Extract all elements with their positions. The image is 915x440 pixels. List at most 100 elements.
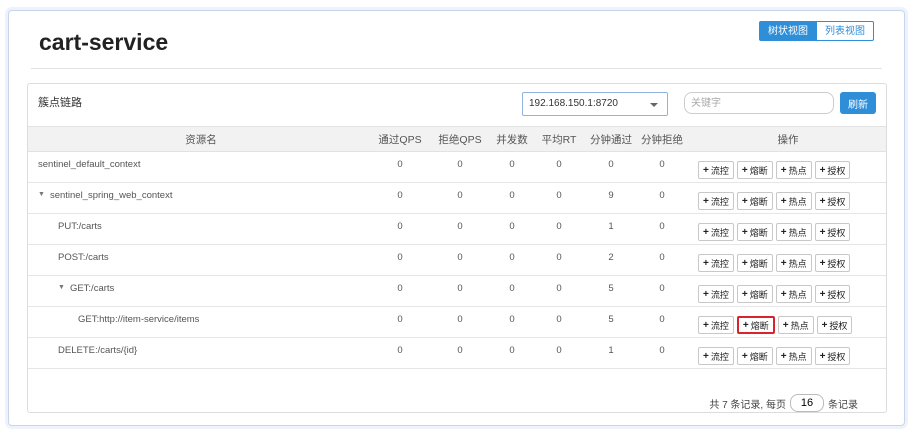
plus-icon: +: [819, 195, 826, 207]
minute-pass-cell: 5: [608, 314, 614, 325]
authorization-button[interactable]: + 授权: [814, 192, 851, 210]
machine-select[interactable]: 192.168.150.1:8720: [522, 92, 668, 116]
flow-control-button[interactable]: + 流控: [698, 161, 734, 179]
block-qps-cell: 0: [457, 221, 463, 232]
minute-block-cell: 0: [659, 345, 665, 356]
circuit-breaker-button[interactable]: + 熔断: [736, 161, 773, 179]
page-size-input[interactable]: [790, 394, 824, 412]
flow-control-button[interactable]: + 流控: [698, 192, 734, 210]
flow-control-button[interactable]: + 流控: [698, 223, 734, 241]
list-view-button[interactable]: 列表视图: [817, 21, 874, 41]
pass-qps-cell: 0: [397, 283, 403, 294]
operations-cell: + 流控 + 熔断 + 热点 + 授权: [690, 338, 886, 368]
authorization-button[interactable]: + 授权: [814, 223, 851, 241]
plus-icon: +: [741, 164, 748, 176]
hotspot-button[interactable]: + 热点: [775, 254, 812, 272]
table-row: sentinel_default_context 0 0 0 0 0 0 + 流控 + 熔断 + 热点 +…: [28, 152, 886, 183]
authorization-label: 授权: [829, 320, 848, 331]
plus-icon: +: [703, 257, 709, 269]
block-qps-cell: 0: [457, 159, 463, 170]
plus-icon: +: [741, 257, 748, 269]
hotspot-button[interactable]: + 热点: [775, 285, 812, 303]
pass-qps-cell: 0: [397, 345, 403, 356]
resource-name-cell: ▼ GET:/carts: [28, 276, 374, 306]
resource-name: GET:/carts: [69, 283, 115, 294]
plus-icon: +: [741, 288, 748, 300]
hotspot-button[interactable]: + 热点: [775, 223, 812, 241]
minute-block-cell: 0: [659, 159, 665, 170]
resource-table: 资源名 通过QPS 拒绝QPS 并发数 平均RT 分钟通过 分钟拒绝 操作 se…: [28, 126, 886, 369]
minute-pass-cell: 1: [608, 221, 614, 232]
operations-cell: + 流控 + 熔断 + 热点 + 授权: [690, 152, 886, 182]
circuit-breaker-label: 熔断: [749, 289, 768, 300]
machine-select-value: 192.168.150.1:8720: [529, 98, 618, 109]
flow-control-button[interactable]: + 流控: [698, 316, 734, 334]
avg-rt-cell: 0: [556, 283, 562, 294]
operations-cell: + 流控 + 熔断 + 热点 + 授权: [690, 183, 886, 213]
authorization-label: 授权: [827, 165, 846, 176]
hotspot-button[interactable]: + 热点: [777, 316, 814, 334]
plus-icon: +: [780, 350, 787, 362]
tree-view-button[interactable]: 树状视图: [759, 21, 817, 41]
flow-control-button[interactable]: + 流控: [698, 285, 734, 303]
table-row: ▼ sentinel_spring_web_context 0 0 0 0 9 0 + 流控 + 熔断…: [28, 183, 886, 214]
expand-toggle-icon[interactable]: ▼: [58, 284, 65, 291]
circuit-breaker-button[interactable]: + 熔断: [736, 285, 773, 303]
block-qps-cell: 0: [457, 345, 463, 356]
flow-control-button[interactable]: + 流控: [698, 254, 734, 272]
plus-icon: +: [703, 350, 709, 362]
plus-icon: +: [821, 319, 828, 331]
plus-icon: +: [819, 164, 826, 176]
flow-control-label: 流控: [710, 351, 729, 362]
flow-control-label: 流控: [710, 320, 729, 331]
authorization-button[interactable]: + 授权: [814, 254, 851, 272]
operations-cell: + 流控 + 熔断 + 热点 + 授权: [690, 307, 886, 337]
authorization-button[interactable]: + 授权: [814, 285, 851, 303]
refresh-button[interactable]: 刷新: [840, 92, 876, 114]
circuit-breaker-label: 熔断: [749, 165, 768, 176]
authorization-label: 授权: [827, 351, 846, 362]
flow-control-label: 流控: [710, 289, 729, 300]
hotspot-button[interactable]: + 热点: [775, 192, 812, 210]
resource-name-cell: ▼ sentinel_spring_web_context: [28, 183, 374, 213]
circuit-breaker-button[interactable]: + 熔断: [736, 223, 773, 241]
avg-rt-cell: 0: [556, 159, 562, 170]
operations-cell: + 流控 + 熔断 + 热点 + 授权: [690, 276, 886, 306]
table-row: DELETE:/carts/{id} 0 0 0 0 1 0 + 流控 + 熔断 + 热点 + 授权: [28, 338, 886, 369]
table-row: POST:/carts 0 0 0 0 2 0 + 流控 + 熔断 + 热点 + 授权: [28, 245, 886, 276]
plus-icon: +: [703, 164, 709, 176]
hotspot-button[interactable]: + 热点: [775, 161, 812, 179]
concurrency-cell: 0: [509, 190, 515, 201]
header-pass-qps: 通过QPS: [378, 133, 422, 146]
plus-icon: +: [741, 350, 748, 362]
header-minute-pass: 分钟通过: [590, 133, 632, 146]
pagination-summary-prefix: 共 7 条记录, 每页: [709, 399, 786, 411]
hotspot-button[interactable]: + 热点: [775, 347, 812, 365]
resource-name: PUT:/carts: [58, 221, 102, 232]
plus-icon: +: [741, 195, 748, 207]
circuit-breaker-button[interactable]: + 熔断: [736, 254, 773, 272]
header-minute-block: 分钟拒绝: [641, 133, 683, 146]
header-resource-name: 资源名: [185, 133, 217, 146]
avg-rt-cell: 0: [556, 252, 562, 263]
keyword-search-input[interactable]: [684, 92, 834, 114]
circuit-breaker-button[interactable]: + 熔断: [736, 316, 775, 334]
expand-toggle-icon[interactable]: ▼: [38, 191, 45, 198]
plus-icon: +: [780, 164, 787, 176]
authorization-button[interactable]: + 授权: [814, 161, 851, 179]
flow-control-button[interactable]: + 流控: [698, 347, 734, 365]
flow-control-label: 流控: [710, 165, 729, 176]
circuit-breaker-button[interactable]: + 熔断: [736, 192, 773, 210]
table-row: ▼ GET:/carts 0 0 0 0 5 0 + 流控 + 熔断 + 热点 + 授权: [28, 276, 886, 307]
plus-icon: +: [780, 226, 787, 238]
authorization-button[interactable]: + 授权: [814, 347, 851, 365]
avg-rt-cell: 0: [556, 190, 562, 201]
hotspot-label: 热点: [788, 165, 807, 176]
plus-icon: +: [819, 226, 826, 238]
pass-qps-cell: 0: [397, 190, 403, 201]
pass-qps-cell: 0: [397, 221, 403, 232]
minute-block-cell: 0: [659, 283, 665, 294]
authorization-button[interactable]: + 授权: [816, 316, 853, 334]
circuit-breaker-button[interactable]: + 熔断: [736, 347, 773, 365]
hotspot-label: 热点: [788, 227, 807, 238]
